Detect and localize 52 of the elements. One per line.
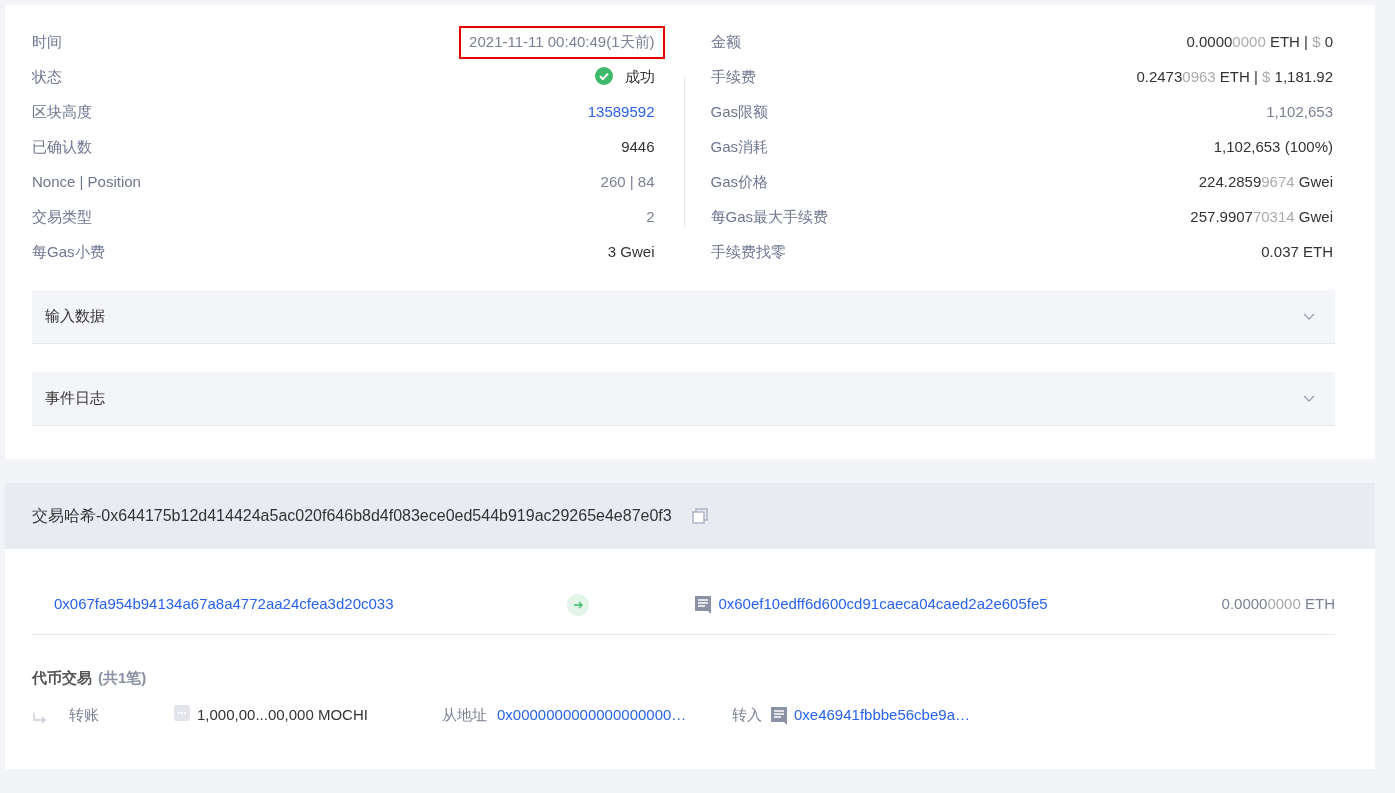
field-value: 257.990770314 Gwei (1189, 207, 1334, 228)
field-label: Nonce | Position (32, 172, 141, 193)
field-value: 2 (645, 207, 656, 228)
from-label: 从地址 (442, 705, 487, 726)
field-label: Gas限额 (710, 102, 768, 123)
token-icon (174, 704, 190, 721)
field-label: 手续费 (710, 67, 756, 88)
panel-title: 输入数据 (45, 306, 105, 327)
transaction-hash: 交易哈希-0x644175b12d414424a5ac020f646b8d4f083ece0ed544b919ac29265e4e87e0f3 (32, 506, 672, 526)
to-address-link[interactable]: 0x60ef10edff6d600cd91caeca04caed2a2e605fe5 (718, 593, 1048, 616)
field-label: 手续费找零 (710, 242, 786, 263)
field-label: 已确认数 (32, 137, 92, 158)
field-label: 时间 (32, 32, 62, 53)
block-link[interactable]: 13589592 (577, 96, 665, 129)
field-value: 224.28599674 Gwei (1197, 172, 1334, 193)
contract-icon (695, 595, 712, 614)
field-label: Gas价格 (710, 172, 768, 193)
check-circle-icon (594, 67, 613, 86)
transfer-type: 转账 (69, 705, 100, 726)
to-address-link[interactable]: 0xe46941fbbbe56cbe9a… (794, 704, 970, 727)
field-value: 1,102,653 (100%) (1212, 137, 1334, 158)
status-value: 成功 (584, 61, 665, 94)
field-label: 每Gas小费 (32, 242, 105, 263)
contract-icon (771, 706, 787, 725)
transfer-count: (共1笔) (98, 669, 147, 686)
section-title: 代币交易 (32, 669, 92, 686)
field-label: 状态 (32, 67, 62, 88)
return-arrow-icon (32, 711, 47, 724)
collapsible-panel[interactable]: 输入数据 (32, 290, 1335, 344)
field-label: Gas消耗 (710, 137, 768, 158)
field-value: 260 | 84 (599, 172, 656, 193)
collapsible-panel[interactable]: 事件日志 (32, 372, 1335, 426)
field-value: 0.00000000 ETH | $ 0 (1185, 32, 1334, 53)
panel-title: 事件日志 (45, 388, 105, 409)
from-address-link[interactable]: 0x067fa954b94134a67a8a4772aa24cfea3d20c033 (54, 593, 394, 616)
field-value: 0.037 ETH (1260, 242, 1334, 263)
chevron-icon (1303, 312, 1315, 321)
field-value: 3 Gwei (606, 242, 656, 263)
to-label: 转入 (732, 705, 762, 726)
field-label: 区块高度 (32, 102, 92, 123)
copy-icon[interactable] (691, 508, 708, 524)
field-label: 金额 (710, 32, 741, 53)
token-amount: 1,000,00...00,000 MOCHI (197, 705, 369, 726)
field-value: 2021-11-11 00:40:49(1天前) (459, 26, 665, 59)
chevron-icon (1303, 394, 1315, 403)
transfer-value: 0.00000000 ETH (1221, 594, 1335, 615)
field-value: 9446 (620, 137, 656, 158)
field-label: 每Gas最大手续费 (710, 207, 828, 228)
field-label: 交易类型 (32, 207, 92, 228)
field-value: 1,102,653 (1265, 102, 1334, 123)
from-address-link[interactable]: 0x0000000000000000000… (497, 704, 732, 727)
field-value: 0.24730963 ETH | $ 1,181.92 (1135, 67, 1334, 88)
